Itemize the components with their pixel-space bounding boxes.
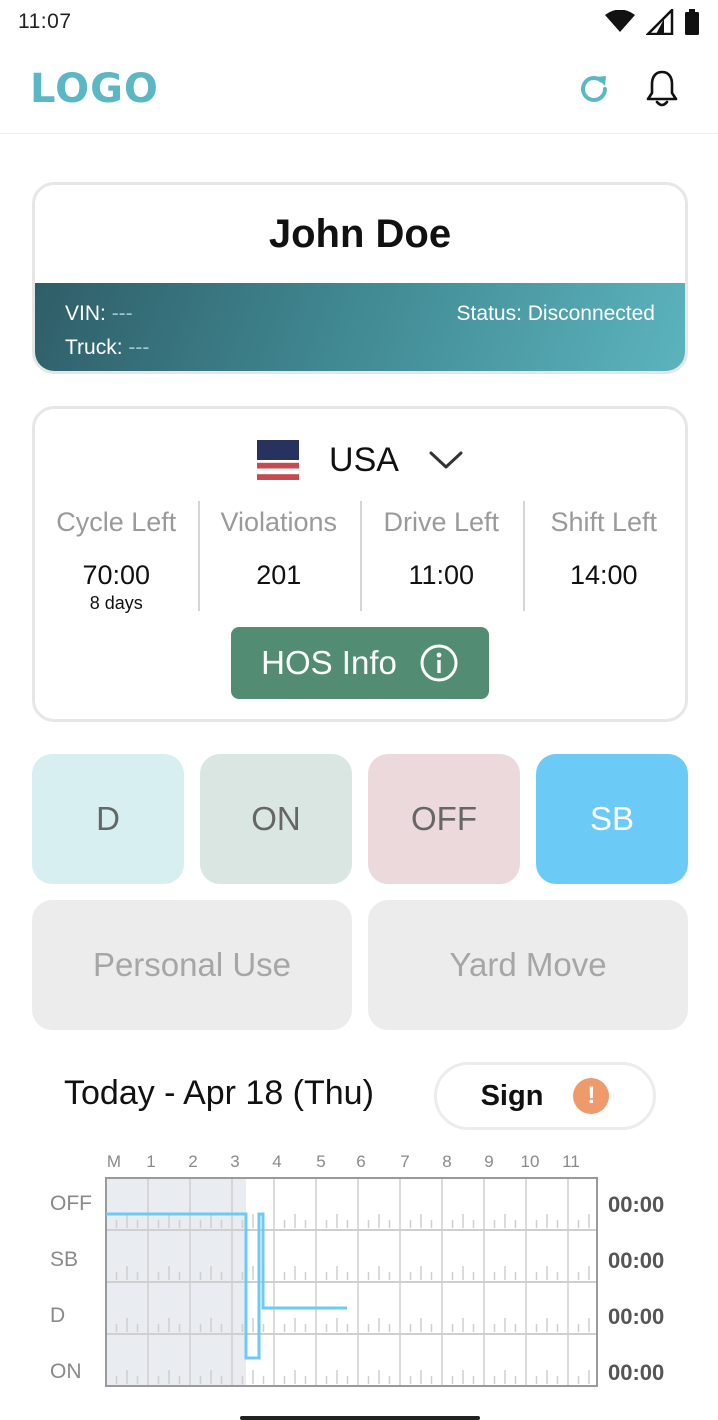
- country-selector[interactable]: USA: [35, 435, 685, 485]
- stat-shift-left: Shift Left 14:00: [522, 501, 686, 613]
- notifications-button[interactable]: [642, 67, 682, 111]
- refresh-icon: [581, 75, 607, 102]
- vin-row: VIN: --- Status: Disconnected: [65, 297, 655, 331]
- hos-info-label: HOS Info: [261, 644, 397, 681]
- personal-use-button[interactable]: Personal Use: [32, 900, 352, 1030]
- sign-button[interactable]: Sign !: [434, 1062, 656, 1130]
- log-header: Today - Apr 18 (Thu) Sign !: [64, 1062, 656, 1130]
- stat-value: 201: [256, 560, 302, 590]
- country-name: USA: [329, 440, 399, 479]
- hos-card: USA Cycle Left 70:00 8 days Violations 2…: [32, 406, 688, 722]
- app-header: LOGO: [0, 44, 718, 134]
- driver-name: John Doe: [268, 211, 452, 256]
- vin-field: VIN: ---: [65, 297, 133, 331]
- stat-value: 14:00: [569, 560, 638, 590]
- stat-cycle-left: Cycle Left 70:00 8 days: [35, 501, 198, 613]
- connection-status: Status: Disconnected: [456, 302, 655, 325]
- refresh-button[interactable]: [574, 67, 614, 111]
- duty-on-button[interactable]: ON: [200, 754, 352, 884]
- battery-icon: [685, 9, 699, 35]
- home-indicator: [240, 1416, 480, 1420]
- info-icon: [420, 644, 458, 682]
- header-actions: [574, 67, 682, 111]
- vin-label: VIN:: [65, 302, 106, 325]
- status-icons: [604, 9, 700, 35]
- log-date-title: Today - Apr 18 (Thu): [64, 1074, 374, 1112]
- stat-label: Cycle Left: [56, 507, 177, 537]
- signal-icon: [646, 9, 674, 35]
- stat-sub: 8 days: [89, 593, 143, 613]
- status-bar: 11:07: [0, 0, 718, 44]
- log-grid: M 1 2 3 4 5 6 7 8 9 10 11 OFF SB D ON 00…: [0, 1140, 718, 1400]
- truck-label: Truck:: [65, 336, 123, 359]
- hos-info-button[interactable]: HOS Info: [231, 627, 489, 699]
- warning-icon: !: [573, 1078, 610, 1114]
- chevron-down-icon: [429, 451, 463, 469]
- stat-value: 70:00: [82, 560, 151, 590]
- truck-row: Truck: ---: [65, 331, 655, 365]
- log-grid-canvas: [105, 1177, 598, 1387]
- driver-card: John Doe VIN: --- Status: Disconnected T…: [32, 182, 688, 374]
- stat-label: Drive Left: [383, 507, 500, 537]
- status-time: 11:07: [18, 10, 72, 33]
- truck-value: ---: [128, 336, 150, 359]
- logo: LOGO: [30, 65, 159, 112]
- duty-off-button[interactable]: OFF: [368, 754, 520, 884]
- vin-value: ---: [111, 302, 133, 325]
- yard-move-button[interactable]: Yard Move: [368, 900, 688, 1030]
- stat-drive-left: Drive Left 11:00: [360, 501, 523, 613]
- hos-stats: Cycle Left 70:00 8 days Violations 201 D…: [35, 501, 685, 613]
- duty-driving-button[interactable]: D: [32, 754, 184, 884]
- sign-label: Sign: [480, 1079, 544, 1112]
- us-flag-icon: [257, 440, 300, 480]
- stat-value: 11:00: [408, 560, 475, 590]
- vehicle-info-banner: VIN: --- Status: Disconnected Truck: ---: [35, 283, 685, 371]
- stat-violations: Violations 201: [197, 501, 361, 613]
- duty-sleeper-button[interactable]: SB: [536, 754, 688, 884]
- truck-field: Truck: ---: [65, 331, 149, 365]
- bell-icon: [646, 70, 678, 106]
- wifi-icon: [605, 10, 635, 32]
- stat-label: Shift Left: [550, 507, 658, 537]
- stat-label: Violations: [220, 507, 338, 537]
